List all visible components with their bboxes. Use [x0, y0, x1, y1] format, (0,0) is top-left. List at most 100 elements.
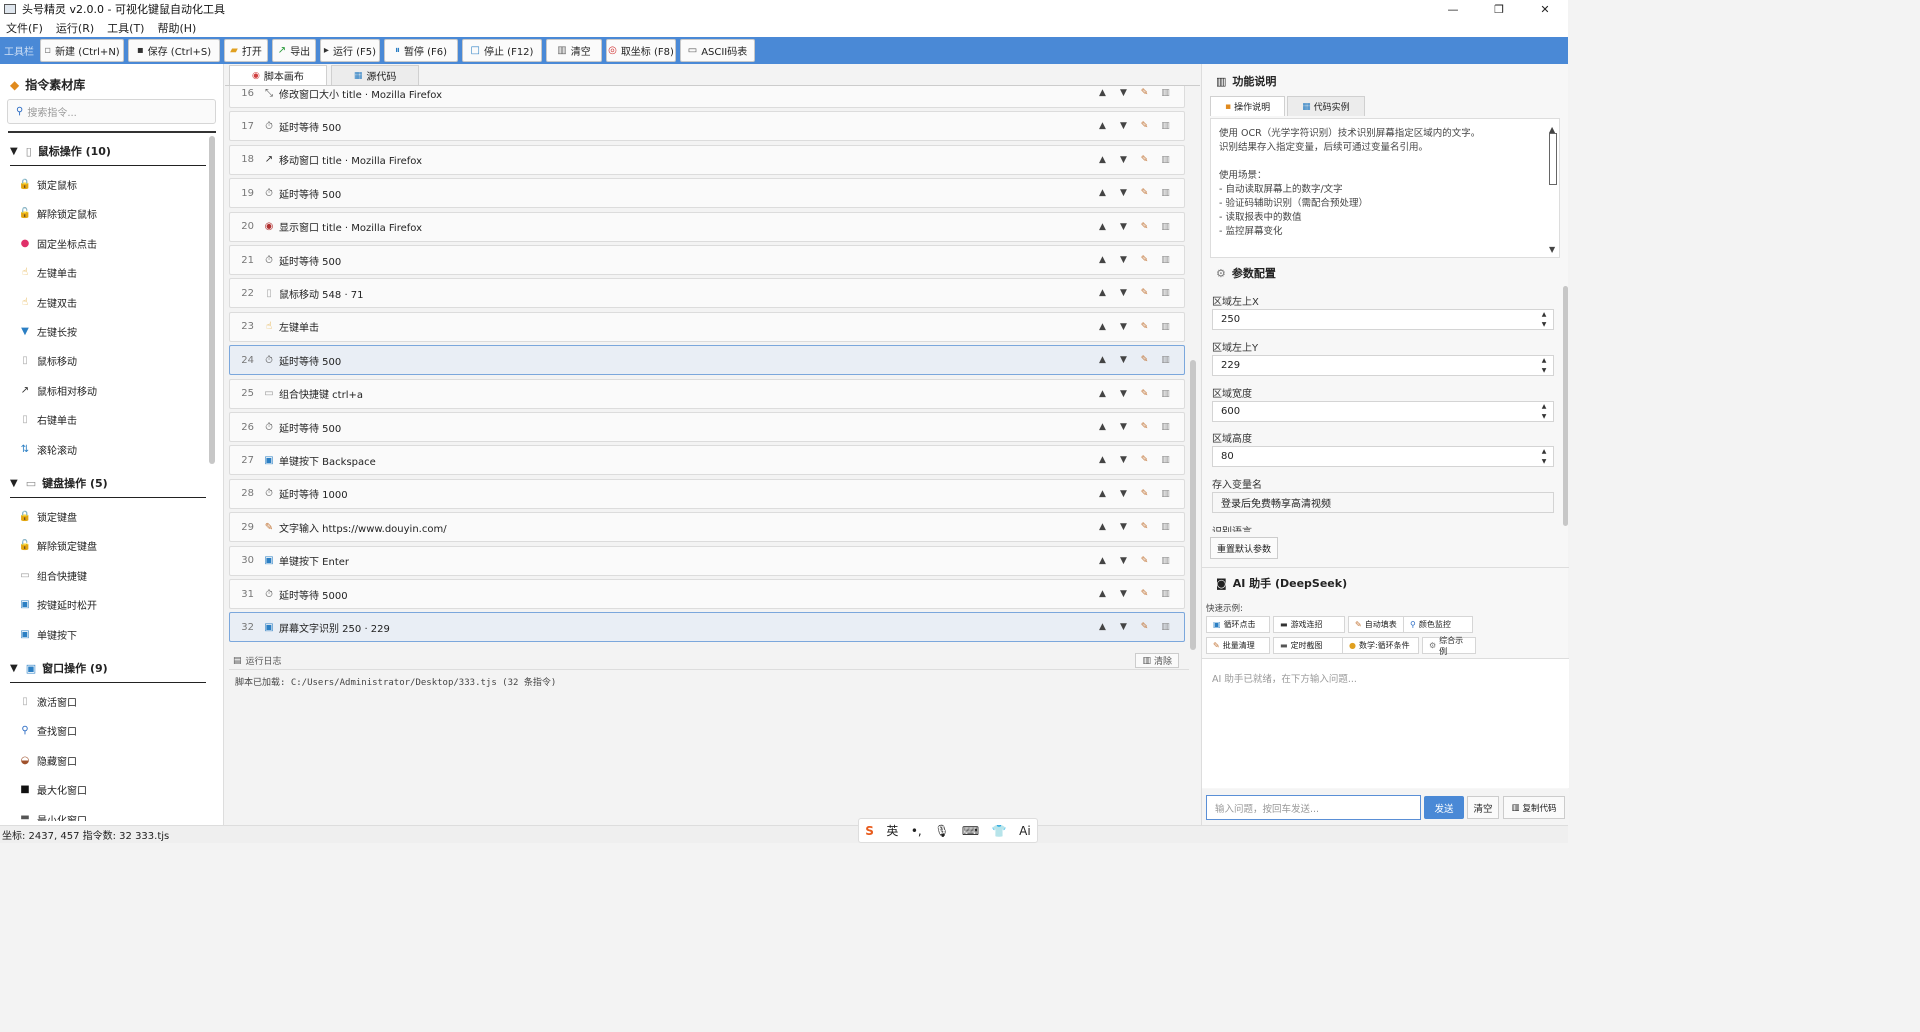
move-down-icon[interactable]: ▼ — [1113, 455, 1134, 465]
script-row[interactable]: 17 ⏱ 延时等待 500 ▲ ▼ ✎ ▥ — [229, 111, 1185, 142]
tab-canvas[interactable]: ◉ 脚本画布 — [229, 65, 327, 85]
edit-icon[interactable]: ✎ — [1134, 522, 1155, 532]
ime-mode[interactable]: 英 — [886, 822, 898, 839]
param-spinbox[interactable]: 80 ▲ ▼ — [1212, 446, 1554, 468]
script-row[interactable]: 16 ⤡ 修改窗口大小 title · Mozilla Firefox ▲ ▼ ✎ ▥ — [229, 86, 1185, 108]
move-down-icon[interactable]: ▼ — [1113, 222, 1134, 232]
toolbar-button-4[interactable]: ▸ 运行 (F5) — [320, 39, 380, 62]
library-item[interactable]: ☝ 左键双击 — [18, 295, 77, 310]
script-row[interactable]: 28 ⏱ 延时等待 1000 ▲ ▼ ✎ ▥ — [229, 478, 1185, 509]
toolbar-button-1[interactable]: ▪ 保存 (Ctrl+S) — [128, 39, 220, 62]
spin-up-icon[interactable]: ▲ — [1542, 311, 1547, 318]
script-row[interactable]: 25 ▭ 组合快捷键 ctrl+a ▲ ▼ ✎ ▥ — [229, 378, 1185, 409]
library-category-2[interactable]: ▼ ▣ 窗口操作 (9) — [10, 660, 206, 683]
move-up-icon[interactable]: ▲ — [1092, 556, 1113, 566]
script-row[interactable]: 20 ◉ 显示窗口 title · Mozilla Firefox ▲ ▼ ✎ ▥ — [229, 211, 1185, 242]
library-item[interactable]: 🔒 锁定键盘 — [18, 509, 77, 524]
toolbar-button-5[interactable]: ⏸ 暂停 (F6) — [384, 39, 458, 62]
edit-icon[interactable]: ✎ — [1134, 322, 1155, 332]
menu-help[interactable]: 帮助(H) — [157, 20, 196, 36]
script-row[interactable]: 26 ⏱ 延时等待 500 ▲ ▼ ✎ ▥ — [229, 412, 1185, 442]
delete-icon[interactable]: ▥ — [1155, 121, 1176, 131]
move-down-icon[interactable]: ▼ — [1113, 255, 1134, 265]
delete-icon[interactable]: ▥ — [1155, 88, 1176, 98]
help-scrollbar[interactable]: ▲ ▼ — [1549, 125, 1557, 254]
editor-scrollbar[interactable] — [1190, 360, 1196, 650]
move-up-icon[interactable]: ▲ — [1092, 489, 1113, 499]
script-row[interactable]: 24 ⏱ 延时等待 500 ▲ ▼ ✎ ▥ — [229, 345, 1185, 376]
toolbar-button-8[interactable]: ◎ 取坐标 (F8) — [606, 39, 676, 62]
param-spinbox[interactable]: 600 ▲ ▼ — [1212, 400, 1554, 422]
toolbar-button-6[interactable]: □ 停止 (F12) — [462, 39, 542, 62]
edit-icon[interactable]: ✎ — [1134, 422, 1155, 432]
delete-icon[interactable]: ▥ — [1155, 288, 1176, 298]
skin-icon[interactable]: 👕 — [992, 824, 1007, 838]
sogou-logo-icon[interactable]: S — [865, 824, 874, 838]
quick-example-button[interactable]: ✎ 自动填表 — [1348, 616, 1410, 633]
move-up-icon[interactable]: ▲ — [1092, 422, 1113, 432]
toolbar-button-0[interactable]: ▫ 新建 (Ctrl+N) — [40, 39, 124, 62]
edit-icon[interactable]: ✎ — [1134, 489, 1155, 499]
library-item[interactable]: ▯ 右键单击 — [18, 412, 77, 427]
library-item[interactable]: ■ 最大化窗口 — [18, 782, 87, 797]
ai-clear-button[interactable]: 清空 — [1467, 796, 1499, 819]
script-row[interactable]: 27 ▣ 单键按下 Backspace ▲ ▼ ✎ ▥ — [229, 445, 1185, 476]
scroll-down-icon[interactable]: ▼ — [1549, 243, 1555, 257]
move-down-icon[interactable]: ▼ — [1113, 522, 1134, 532]
quick-example-button[interactable]: ⚲ 颜色监控 — [1403, 616, 1473, 633]
delete-icon[interactable]: ▥ — [1155, 355, 1176, 365]
move-down-icon[interactable]: ▼ — [1113, 389, 1134, 399]
move-up-icon[interactable]: ▲ — [1092, 255, 1113, 265]
library-item[interactable]: ◒ 隐藏窗口 — [18, 753, 77, 768]
edit-icon[interactable]: ✎ — [1134, 355, 1155, 365]
move-down-icon[interactable]: ▼ — [1113, 489, 1134, 499]
move-up-icon[interactable]: ▲ — [1092, 88, 1113, 98]
library-item[interactable]: ▬ 最小化窗口 — [18, 812, 87, 821]
delete-icon[interactable]: ▥ — [1155, 556, 1176, 566]
move-up-icon[interactable]: ▲ — [1092, 522, 1113, 532]
quick-example-button[interactable]: ● 数学:循环条件 — [1342, 637, 1419, 654]
move-up-icon[interactable]: ▲ — [1092, 155, 1113, 165]
minimize-button[interactable]: — — [1430, 0, 1476, 18]
copy-code-button[interactable]: ▥ 复制代码 — [1503, 796, 1565, 819]
edit-icon[interactable]: ✎ — [1134, 455, 1155, 465]
punctuation-icon[interactable]: •, — [911, 824, 922, 838]
spin-buttons[interactable]: ▲ ▼ — [1537, 311, 1551, 328]
spin-down-icon[interactable]: ▼ — [1542, 367, 1547, 374]
move-down-icon[interactable]: ▼ — [1113, 155, 1134, 165]
script-row[interactable]: 31 ⏱ 延时等待 5000 ▲ ▼ ✎ ▥ — [229, 579, 1185, 609]
edit-icon[interactable]: ✎ — [1134, 88, 1155, 98]
script-row[interactable]: 21 ⏱ 延时等待 500 ▲ ▼ ✎ ▥ — [229, 245, 1185, 275]
library-item[interactable]: ☝ 左键单击 — [18, 265, 77, 280]
script-row[interactable]: 23 ☝ 左键单击 ▲ ▼ ✎ ▥ — [229, 311, 1185, 342]
tab-instructions[interactable]: ▪ 操作说明 — [1210, 96, 1286, 116]
script-row[interactable]: 30 ▣ 单键按下 Enter ▲ ▼ ✎ ▥ — [229, 545, 1185, 576]
delete-icon[interactable]: ▥ — [1155, 489, 1176, 499]
move-up-icon[interactable]: ▲ — [1092, 389, 1113, 399]
library-category-0[interactable]: ▼ ▯ 鼠标操作 (10) — [10, 143, 206, 166]
spin-buttons[interactable]: ▲ ▼ — [1537, 357, 1551, 374]
delete-icon[interactable]: ▥ — [1155, 389, 1176, 399]
quick-example-button[interactable]: ▬ 定时截图 — [1273, 637, 1345, 654]
edit-icon[interactable]: ✎ — [1134, 589, 1155, 599]
send-button[interactable]: 发送 — [1424, 796, 1464, 819]
param-variable-input[interactable]: 登录后免费畅享高清视频 — [1212, 492, 1554, 514]
library-scrollbar[interactable] — [209, 136, 215, 464]
toolbar-button-7[interactable]: ▥ 清空 — [546, 39, 602, 62]
quick-example-button[interactable]: ▣ 循环点击 — [1206, 616, 1270, 633]
script-row[interactable]: 18 ↗ 移动窗口 title · Mozilla Firefox ▲ ▼ ✎ ▥ — [229, 144, 1185, 175]
delete-icon[interactable]: ▥ — [1155, 455, 1176, 465]
spin-down-icon[interactable]: ▼ — [1542, 413, 1547, 420]
move-up-icon[interactable]: ▲ — [1092, 355, 1113, 365]
delete-icon[interactable]: ▥ — [1155, 155, 1176, 165]
edit-icon[interactable]: ✎ — [1134, 556, 1155, 566]
library-item[interactable]: ▣ 单键按下 — [18, 627, 77, 642]
library-item[interactable]: ⚲ 查找窗口 — [18, 723, 77, 738]
move-up-icon[interactable]: ▲ — [1092, 589, 1113, 599]
script-row[interactable]: 19 ⏱ 延时等待 500 ▲ ▼ ✎ ▥ — [229, 178, 1185, 209]
toolbar-button-9[interactable]: ▭ ASCII码表 — [680, 39, 755, 62]
move-down-icon[interactable]: ▼ — [1113, 355, 1134, 365]
script-row[interactable]: 29 ✎ 文字输入 https://www.douyin.com/▲ ▼ ✎ ▥ — [229, 512, 1185, 543]
move-down-icon[interactable]: ▼ — [1113, 88, 1134, 98]
quick-example-button[interactable]: ▬ 游戏连招 — [1273, 616, 1345, 633]
